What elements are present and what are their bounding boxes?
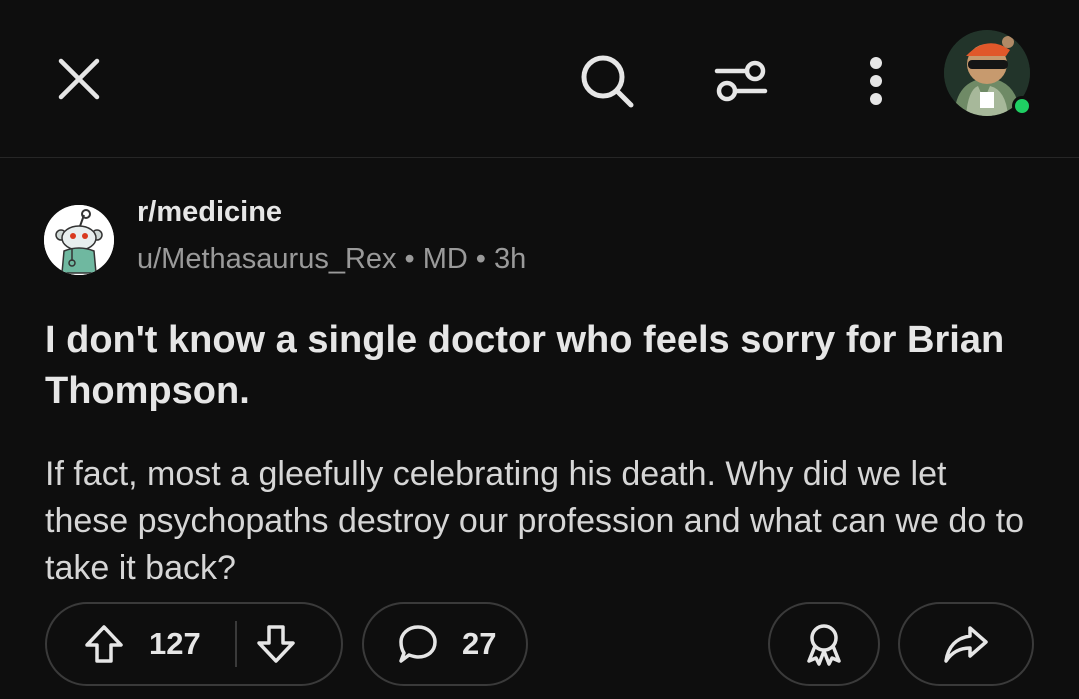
subreddit-name[interactable]: r/medicine [137, 196, 282, 229]
filter-sliders-icon [714, 60, 768, 102]
vote-control: 127 [45, 602, 343, 686]
subreddit-snoo-icon [44, 205, 114, 275]
top-navigation-bar [0, 0, 1079, 158]
vote-divider [234, 621, 237, 667]
author-flair: MD [422, 243, 468, 275]
downvote-icon[interactable] [255, 623, 297, 665]
close-button[interactable] [48, 48, 110, 110]
award-icon [807, 624, 841, 666]
search-button[interactable] [574, 48, 640, 114]
post-body: If fact, most a gleefully celebrating hi… [45, 455, 1025, 587]
close-icon [58, 58, 100, 100]
post-meta: u/Methasaurus_Rex • MD • 3h [137, 243, 526, 276]
post-age: 3h [493, 243, 527, 275]
author-username[interactable]: u/Methasaurus_Rex [137, 243, 397, 275]
upvote-icon[interactable] [83, 623, 125, 665]
subreddit-avatar[interactable] [44, 205, 114, 275]
filter-button[interactable] [708, 48, 774, 114]
post-title: I don't know a single doctor who feels s… [45, 319, 1005, 412]
comment-count: 27 [462, 626, 497, 661]
comments-button[interactable]: 27 [362, 602, 528, 686]
meta-separator: • [404, 243, 415, 275]
online-status-indicator [1012, 96, 1032, 116]
more-options-button[interactable] [846, 48, 906, 114]
meta-separator: • [475, 243, 486, 275]
award-button[interactable] [768, 602, 880, 686]
share-icon [944, 626, 988, 663]
upvote-count: 127 [149, 626, 201, 661]
share-button[interactable] [898, 602, 1034, 686]
search-icon [581, 55, 634, 108]
more-vertical-icon [870, 57, 882, 105]
comment-icon [399, 625, 437, 663]
